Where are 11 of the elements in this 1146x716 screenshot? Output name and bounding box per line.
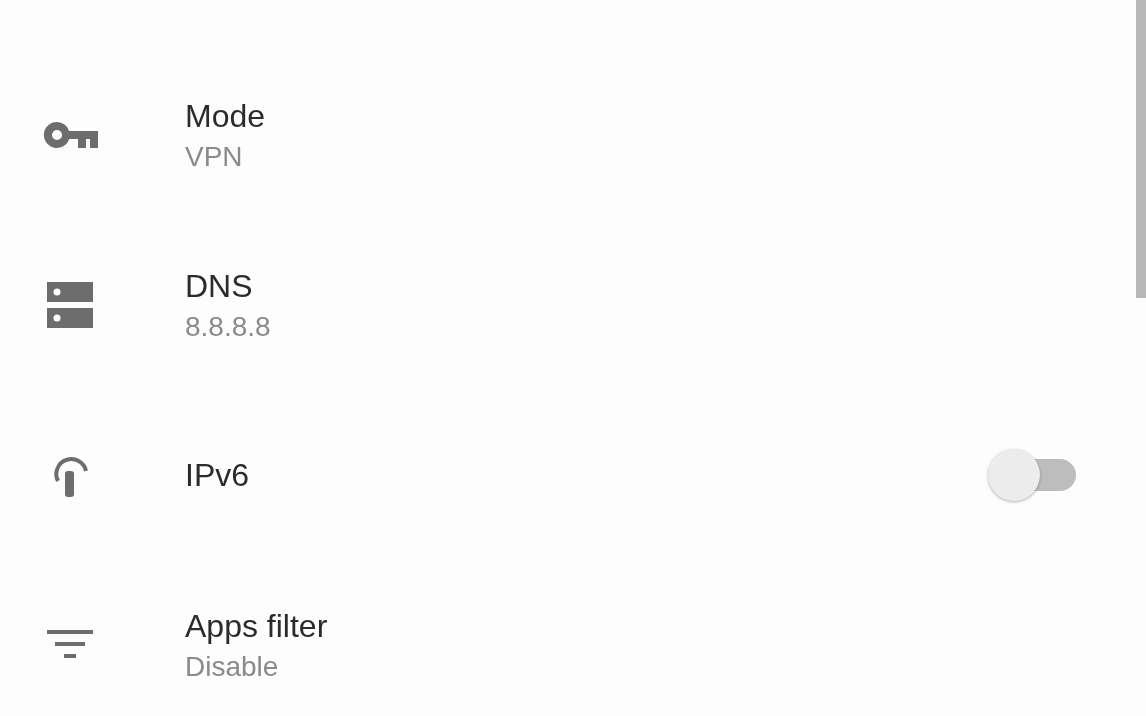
setting-title: DNS	[185, 267, 254, 305]
setting-title: Mode	[185, 97, 267, 135]
setting-title: Apps filter	[185, 607, 329, 645]
filter-icon	[47, 630, 93, 660]
setting-value: VPN	[185, 140, 244, 173]
toggle-switch[interactable]	[988, 449, 1078, 501]
setting-value: 8.8.8.8	[185, 310, 272, 343]
setting-value: Disable	[185, 650, 280, 683]
setting-title: IPv6	[185, 456, 251, 494]
server-icon	[47, 282, 93, 328]
key-icon	[42, 120, 98, 150]
